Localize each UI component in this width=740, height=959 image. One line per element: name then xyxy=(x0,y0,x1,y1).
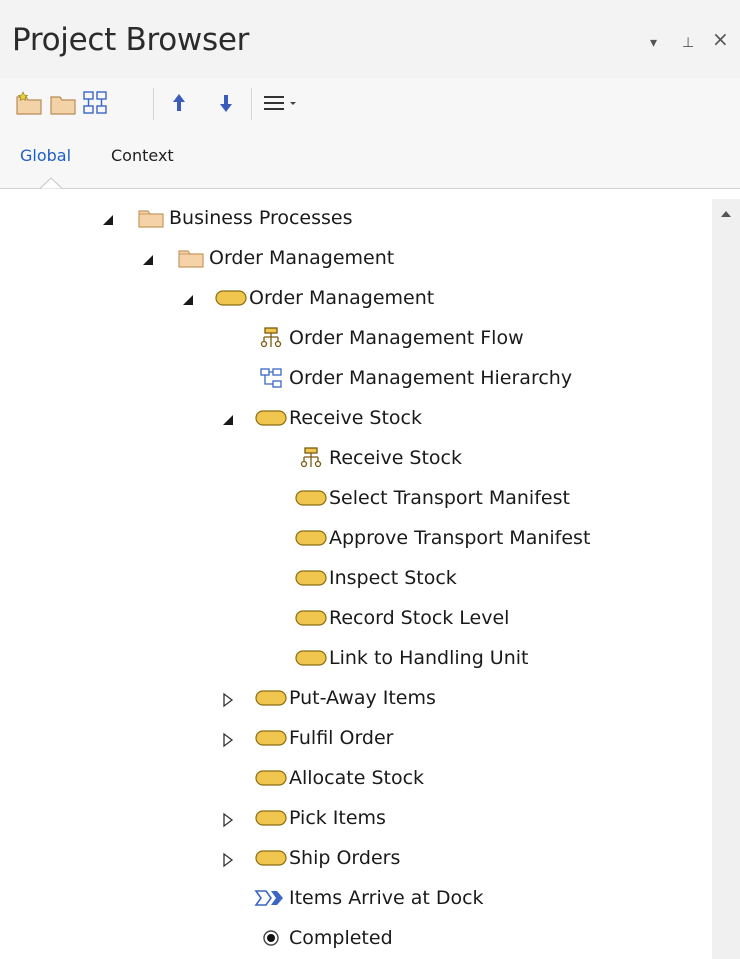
move-up-icon[interactable] xyxy=(164,88,194,118)
tree-node[interactable]: Fulfil Order xyxy=(253,719,394,757)
tree-node[interactable]: Ship Orders xyxy=(253,839,400,877)
expanded-arrow-icon[interactable] xyxy=(220,412,236,428)
project-tree: Business Processes Order Management Order … xyxy=(0,199,712,959)
active-tab-indicator xyxy=(40,177,62,189)
tree-node[interactable]: Put-Away Items xyxy=(253,679,436,717)
activity-icon xyxy=(293,526,329,550)
tree-node-label: Put-Away Items xyxy=(289,687,436,709)
activity-icon xyxy=(253,846,289,870)
panel-title-bar: Project Browser xyxy=(0,0,740,78)
activity-icon xyxy=(253,406,289,430)
collapsed-arrow-icon[interactable] xyxy=(220,692,236,708)
new-diagram-icon[interactable] xyxy=(80,88,110,118)
new-package-icon[interactable] xyxy=(48,88,78,118)
hierarchy-diagram-icon xyxy=(253,366,289,390)
tree-node-label: Inspect Stock xyxy=(329,567,457,589)
tree-node-label: Allocate Stock xyxy=(289,767,425,789)
tree-node[interactable]: Order Management xyxy=(173,239,394,277)
vertical-scrollbar[interactable] xyxy=(712,199,740,959)
tree-node-label: Receive Stock xyxy=(289,407,423,429)
tree-node-label: Order Management xyxy=(249,287,435,309)
tree-node-label: Pick Items xyxy=(289,807,386,829)
tree-node[interactable]: Link to Handling Unit xyxy=(293,639,528,677)
expanded-arrow-icon[interactable] xyxy=(100,212,116,228)
tree-node-label: Order Management xyxy=(209,247,395,269)
activity-icon xyxy=(293,566,329,590)
activity-icon xyxy=(253,686,289,710)
collapsed-arrow-icon[interactable] xyxy=(220,812,236,828)
tree-node[interactable]: Business Processes xyxy=(133,199,353,237)
toolbar-divider xyxy=(153,88,154,120)
toolbar-divider xyxy=(251,88,252,120)
toolbar xyxy=(0,78,740,130)
package-icon xyxy=(173,246,209,270)
expanded-arrow-icon[interactable] xyxy=(180,292,196,308)
tree-node-label: Completed xyxy=(289,927,393,949)
tree-node-label: Select Transport Manifest xyxy=(329,487,570,509)
tree-node-label: Ship Orders xyxy=(289,847,401,869)
activity-icon xyxy=(253,766,289,790)
tree-node-label: Order Management Flow xyxy=(289,327,524,349)
tree-node-label: Receive Stock xyxy=(329,447,463,469)
tree-node[interactable]: Allocate Stock xyxy=(253,759,424,797)
activity-icon xyxy=(253,806,289,830)
tree-node[interactable]: Order Management Flow xyxy=(253,319,524,357)
end-event-icon xyxy=(253,926,289,950)
bpmn-diagram-icon xyxy=(253,326,289,350)
tab-context[interactable]: Context xyxy=(111,146,174,165)
start-event-icon xyxy=(253,886,289,910)
tree-node[interactable]: Pick Items xyxy=(253,799,386,837)
tree-node[interactable]: Receive Stock xyxy=(293,439,462,477)
new-model-icon[interactable] xyxy=(14,88,44,118)
panel-title: Project Browser xyxy=(12,22,250,58)
activity-icon xyxy=(253,726,289,750)
package-icon xyxy=(133,206,169,230)
collapsed-arrow-icon[interactable] xyxy=(220,852,236,868)
activity-icon xyxy=(293,646,329,670)
tree-node-label: Fulfil Order xyxy=(289,727,394,749)
tree-node[interactable]: Items Arrive at Dock xyxy=(253,879,484,917)
collapsed-arrow-icon[interactable] xyxy=(220,732,236,748)
tree-node[interactable]: Order Management xyxy=(213,279,434,317)
expanded-arrow-icon[interactable] xyxy=(140,252,156,268)
tree-node-label: Items Arrive at Dock xyxy=(289,887,484,909)
tree-node-label: Link to Handling Unit xyxy=(329,647,529,669)
dropdown-icon[interactable]: ▾ xyxy=(650,36,657,50)
tree-node[interactable]: Inspect Stock xyxy=(293,559,457,597)
activity-icon xyxy=(293,486,329,510)
scroll-up-icon[interactable] xyxy=(712,199,740,227)
close-icon[interactable]: × xyxy=(712,29,729,49)
pin-icon[interactable]: ⊥ xyxy=(682,36,694,50)
tree-node[interactable]: Approve Transport Manifest xyxy=(293,519,590,557)
tree-node-label: Approve Transport Manifest xyxy=(329,527,591,549)
tree-node[interactable]: Receive Stock xyxy=(253,399,422,437)
tab-global[interactable]: Global xyxy=(20,146,71,165)
tree-node[interactable]: Order Management Hierarchy xyxy=(253,359,572,397)
tree-node[interactable]: Record Stock Level xyxy=(293,599,509,637)
activity-icon xyxy=(213,286,249,310)
tree-node-label: Business Processes xyxy=(169,207,353,229)
tree-node-label: Order Management Hierarchy xyxy=(289,367,573,389)
tree-node[interactable]: Completed xyxy=(253,919,393,957)
menu-icon[interactable] xyxy=(260,88,304,118)
bpmn-diagram-icon xyxy=(293,446,329,470)
activity-icon xyxy=(293,606,329,630)
move-down-icon[interactable] xyxy=(211,88,241,118)
tree-node[interactable]: Select Transport Manifest xyxy=(293,479,570,517)
tree-node-label: Record Stock Level xyxy=(329,607,510,629)
